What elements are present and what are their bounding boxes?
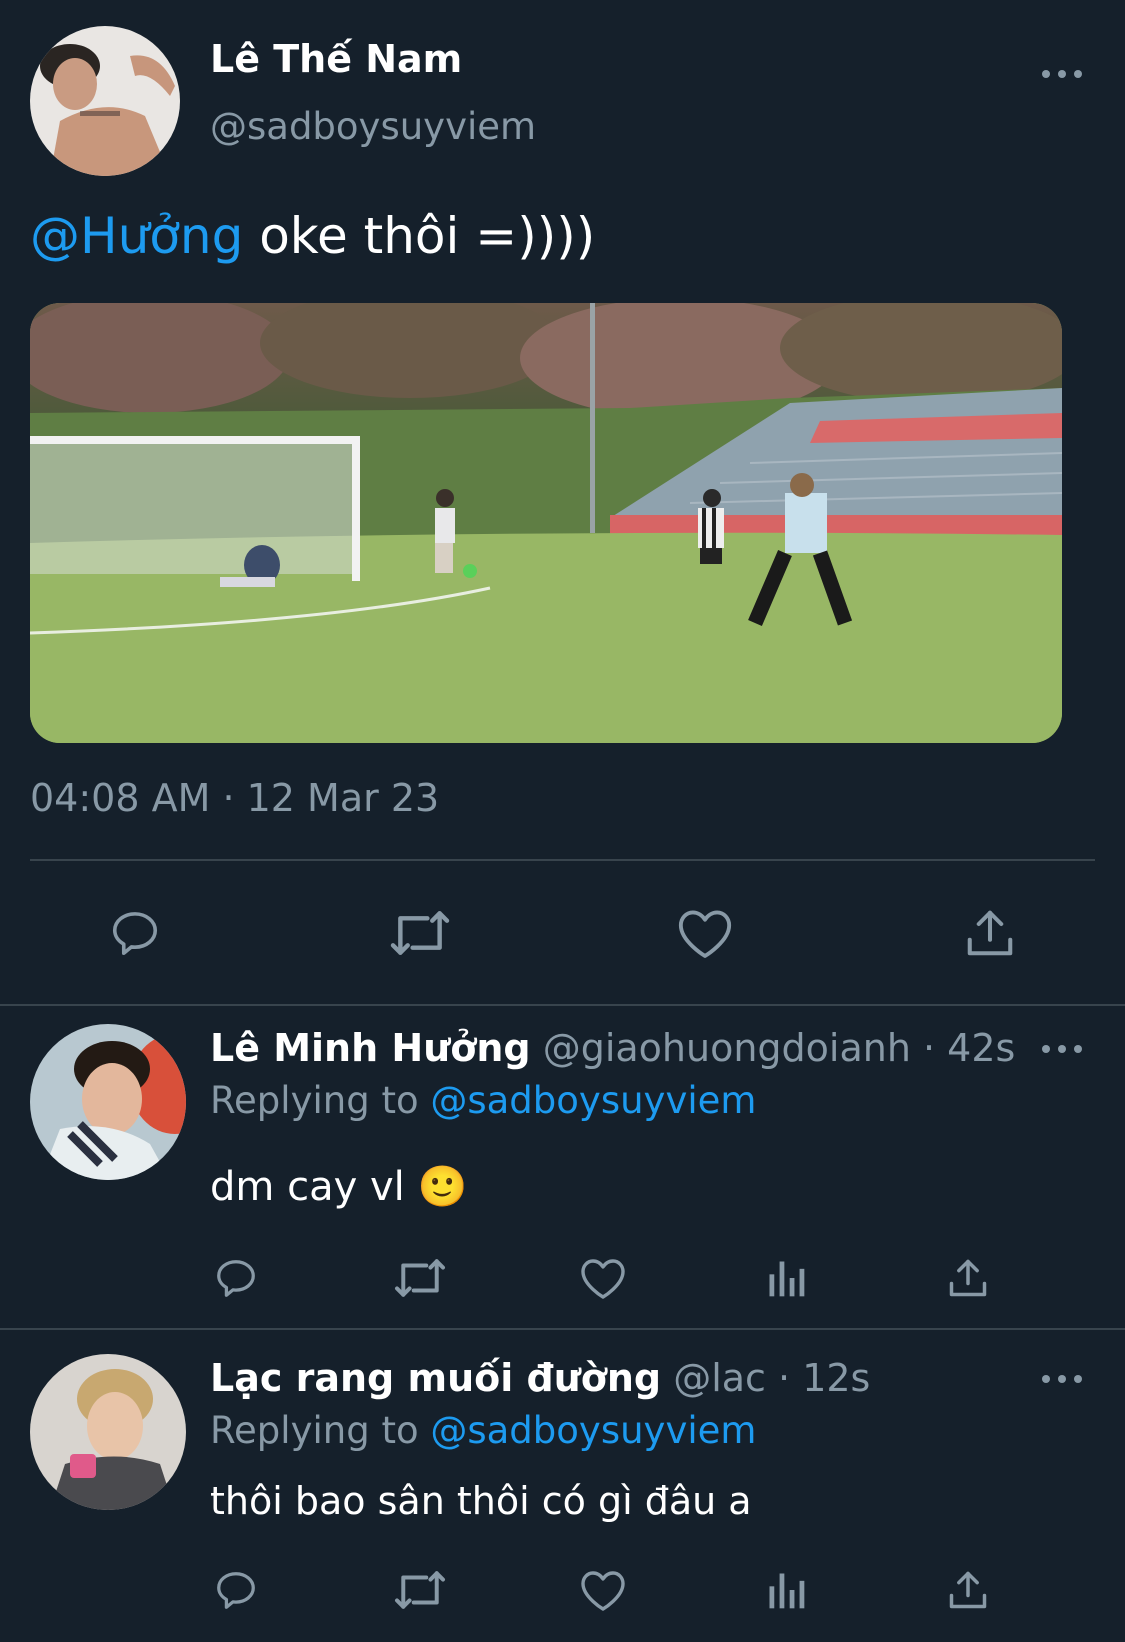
reply-avatar[interactable]	[30, 1354, 186, 1510]
like-icon[interactable]	[578, 1566, 628, 1614]
reply-header: Lạc rang muối đường @lac · 12s	[210, 1355, 870, 1401]
section-divider	[0, 1004, 1125, 1006]
reply-text: dm cay vl 🙂	[210, 1164, 468, 1210]
author-handle[interactable]: @sadboysuyviem	[210, 104, 536, 150]
retweet-icon[interactable]	[385, 903, 455, 963]
like-icon[interactable]	[578, 1254, 628, 1302]
more-options-icon[interactable]	[1042, 68, 1082, 80]
share-icon[interactable]	[944, 1566, 992, 1614]
reply-text: thôi bao sân thôi có gì đâu a	[210, 1479, 752, 1523]
author-name[interactable]: Lê Thế Nam	[210, 36, 462, 82]
tweet-body: oke thôi =))))	[243, 207, 596, 265]
reply-time: · 12s	[765, 1356, 871, 1400]
reply-author-handle[interactable]: @giaohuongdoianh	[543, 1026, 911, 1070]
mention-link[interactable]: @Hưởng	[30, 207, 243, 265]
replying-to: Replying to @sadboysuyviem	[210, 1408, 756, 1454]
reply-author-handle[interactable]: @lac	[673, 1356, 766, 1400]
soccer-photo	[30, 303, 1062, 743]
reply-icon[interactable]	[212, 1566, 260, 1614]
analytics-icon[interactable]	[762, 1566, 810, 1614]
reply-icon[interactable]	[212, 1254, 260, 1302]
reply-author-name[interactable]: Lê Minh Hưởng	[210, 1026, 531, 1070]
tweet-media[interactable]	[30, 303, 1062, 743]
replying-to: Replying to @sadboysuyviem	[210, 1078, 756, 1124]
analytics-icon[interactable]	[762, 1254, 810, 1302]
retweet-icon[interactable]	[391, 1254, 449, 1302]
retweet-icon[interactable]	[391, 1566, 449, 1614]
reply-time: · 42s	[910, 1026, 1016, 1070]
like-icon[interactable]	[675, 903, 735, 963]
section-divider	[0, 1328, 1125, 1330]
tweet-timestamp: 04:08 AM · 12 Mar 23	[30, 776, 440, 820]
replying-label: Replying to	[210, 1079, 431, 1122]
reply-avatar[interactable]	[30, 1024, 186, 1180]
divider	[30, 859, 1095, 861]
replying-handle[interactable]: @sadboysuyviem	[430, 1409, 756, 1452]
share-icon[interactable]	[944, 1254, 992, 1302]
author-avatar[interactable]	[30, 26, 180, 176]
replying-handle[interactable]: @sadboysuyviem	[430, 1079, 756, 1122]
reply-icon[interactable]	[105, 903, 165, 963]
tweet-text: @Hưởng oke thôi =))))	[30, 205, 595, 267]
share-icon[interactable]	[960, 903, 1020, 963]
more-options-icon[interactable]	[1042, 1043, 1082, 1055]
more-options-icon[interactable]	[1042, 1373, 1082, 1385]
reply-header: Lê Minh Hưởng @giaohuongdoianh · 42s	[210, 1025, 1015, 1071]
reply-author-name[interactable]: Lạc rang muối đường	[210, 1356, 661, 1400]
replying-label: Replying to	[210, 1409, 431, 1452]
